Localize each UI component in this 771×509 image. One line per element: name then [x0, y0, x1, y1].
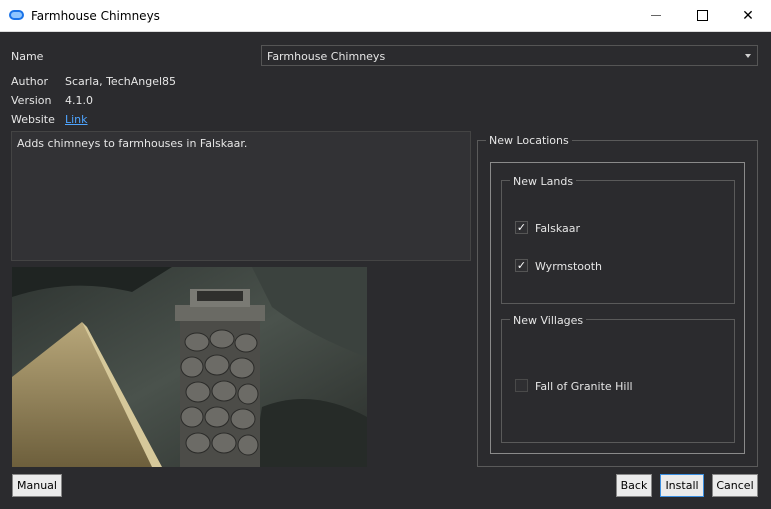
author-label: Author [11, 75, 49, 88]
author-value: Scarla, TechAngel85 [65, 75, 177, 88]
minimize-icon [651, 15, 661, 16]
minimize-button[interactable] [633, 0, 679, 31]
description-text: Adds chimneys to farmhouses in Falskaar. [17, 137, 248, 150]
checkmark-icon: ✓ [516, 221, 527, 234]
new-villages-title: New Villages [510, 314, 587, 327]
new-lands-group [501, 180, 735, 304]
wyrmstooth-label: Wyrmstooth [535, 260, 603, 273]
falskaar-label: Falskaar [535, 222, 581, 235]
website-link[interactable]: Link [65, 113, 88, 126]
name-select-value: Farmhouse Chimneys [267, 50, 386, 63]
app-icon [9, 10, 24, 20]
website-label: Website [11, 113, 55, 126]
name-select[interactable]: Farmhouse Chimneys [261, 45, 758, 66]
close-icon: ✕ [742, 7, 754, 24]
title-bar: Farmhouse Chimneys ✕ [0, 0, 771, 32]
description-box: Adds chimneys to farmhouses in Falskaar. [11, 131, 471, 261]
maximize-button[interactable] [679, 0, 725, 31]
preview-image [12, 267, 367, 467]
back-button[interactable]: Back [616, 474, 652, 497]
fall-of-granite-hill-checkbox[interactable] [515, 379, 528, 392]
new-lands-title: New Lands [510, 175, 577, 188]
window-title: Farmhouse Chimneys [31, 9, 160, 23]
version-label: Version [11, 94, 52, 107]
wyrmstooth-checkbox[interactable]: ✓ [515, 259, 528, 272]
version-value: 4.1.0 [65, 94, 93, 107]
install-button[interactable]: Install [660, 474, 704, 497]
checkmark-icon: ✓ [516, 259, 527, 272]
new-locations-title: New Locations [486, 134, 572, 147]
chevron-down-icon [745, 54, 751, 58]
maximize-icon [696, 10, 708, 21]
name-label: Name [11, 50, 44, 63]
fall-of-granite-hill-label: Fall of Granite Hill [535, 380, 633, 393]
cancel-button[interactable]: Cancel [712, 474, 758, 497]
manual-button[interactable]: Manual [12, 474, 62, 497]
falskaar-checkbox[interactable]: ✓ [515, 221, 528, 234]
preview-scene [12, 267, 367, 467]
close-button[interactable]: ✕ [725, 0, 771, 31]
